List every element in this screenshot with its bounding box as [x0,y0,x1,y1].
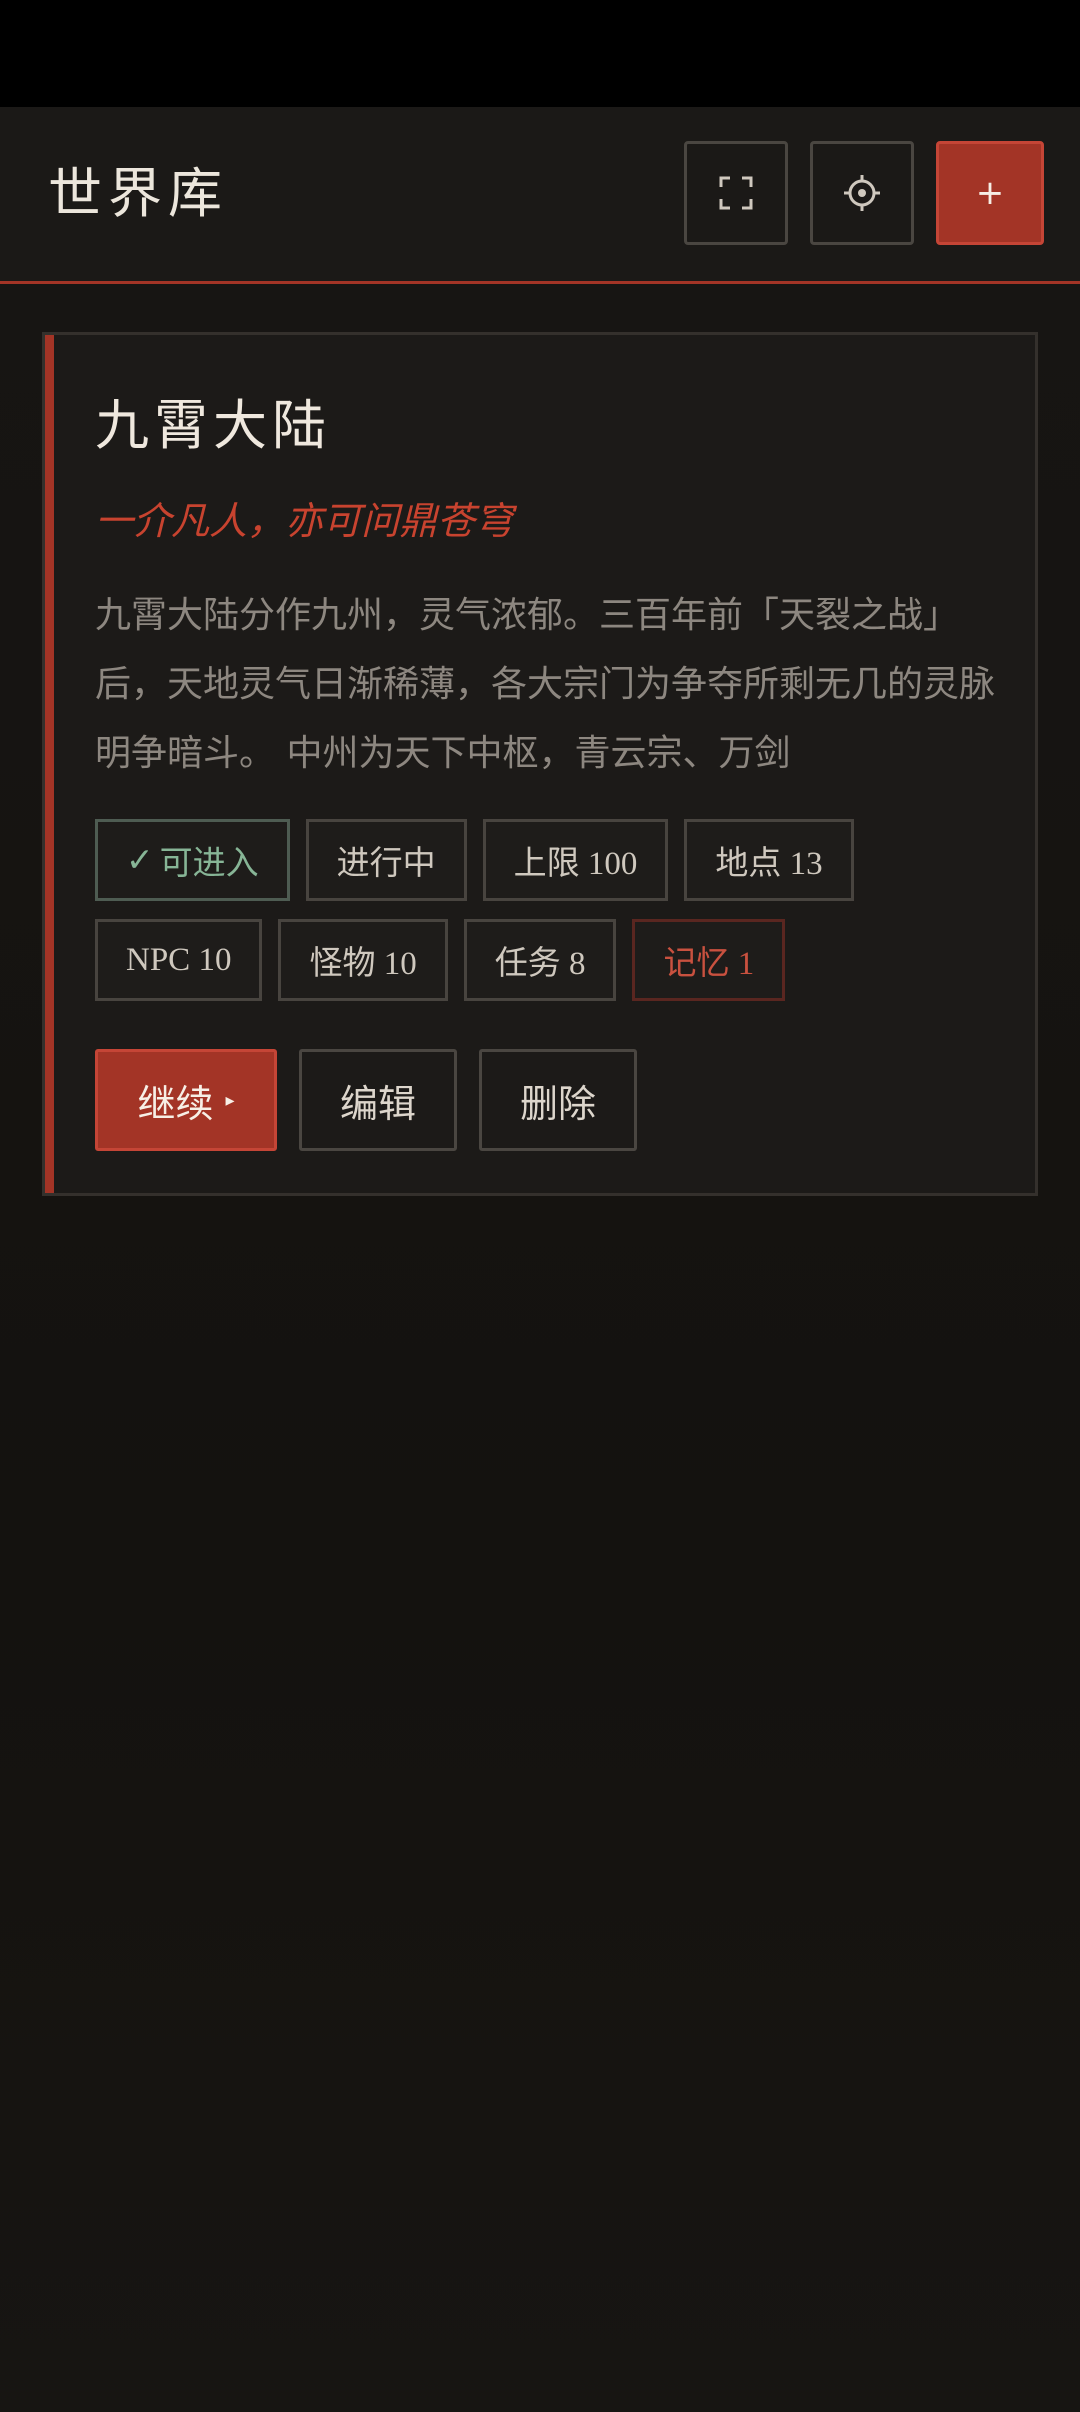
continue-button[interactable]: 继续 ▸ [95,1049,277,1151]
status-badge-enterable-label: 可进入 [159,846,259,882]
world-card[interactable]: 九霄大陆 一介凡人，亦可问鼎苍穹 九霄大陆分作九州，灵气浓郁。三百年前「天裂之战… [42,332,1038,1196]
add-icon: + [975,173,1005,213]
continue-button-label: 继续 [137,1081,214,1126]
add-world-button[interactable]: + [936,141,1044,245]
settings-icon [844,175,880,211]
world-subtitle: 一介凡人，亦可问鼎苍穹 [95,499,514,543]
edit-button[interactable]: 编辑 [299,1049,457,1151]
status-badge-in-progress: 进行中 [305,819,467,901]
stat-monsters: 怪物 10 [278,919,448,1001]
page-title: 世界库 [48,162,228,225]
world-list: 九霄大陆 一介凡人，亦可问鼎苍穹 九霄大陆分作九州，灵气浓郁。三百年前「天裂之战… [0,284,1080,2412]
card-accent-bar [45,335,54,1193]
stat-memory: 记忆 1 [632,919,786,1001]
check-icon: ✓ [126,843,154,879]
stat-quests: 任务 8 [463,919,617,1001]
fullscreen-icon [719,176,753,210]
stat-limit: 上限 100 [482,819,669,901]
stat-npc: NPC 10 [95,919,263,1001]
status-bar [0,0,1080,107]
world-title: 九霄大陆 [95,394,331,457]
play-caret-icon: ▸ [225,1089,235,1111]
world-description: 九霄大陆分作九州，灵气浓郁。三百年前「天裂之战」后，天地灵气日渐稀薄，各大宗门为… [95,595,995,774]
status-badge-enterable: ✓ 可进入 [95,819,290,901]
stat-locations: 地点 13 [684,819,854,901]
fullscreen-button[interactable] [684,141,788,245]
world-actions: 继续 ▸ 编辑 删除 [95,1049,637,1151]
delete-button[interactable]: 删除 [479,1049,637,1151]
settings-button[interactable] [810,141,914,245]
world-stats-tags: ✓ 可进入 进行中 上限 100 地点 13 NPC 10 怪物 10 任务 8… [95,819,995,1001]
app-bar: 世界库 + [0,107,1080,284]
